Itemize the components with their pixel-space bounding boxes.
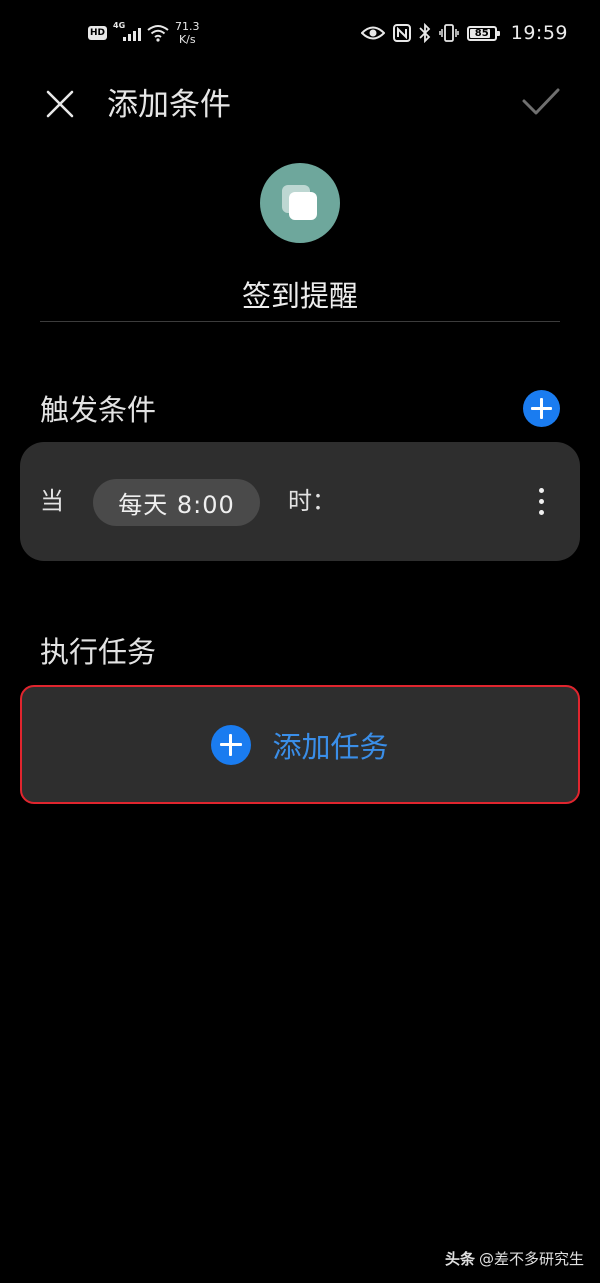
status-left: HD 4G 71.3 K/s	[88, 20, 200, 46]
bluetooth-icon	[419, 23, 431, 43]
schedule-label: 每天 8:00	[118, 491, 235, 519]
battery-level: 85	[474, 27, 489, 39]
wifi-icon	[147, 25, 169, 42]
more-vertical-icon[interactable]	[526, 480, 556, 524]
close-icon	[46, 90, 74, 118]
schedule-chip[interactable]: 每天 8:00	[93, 479, 260, 526]
add-task-label: 添加任务	[272, 729, 389, 764]
battery-icon: 85	[466, 25, 500, 41]
vibrate-icon	[438, 24, 459, 42]
status-time: 19:59	[510, 22, 568, 44]
watermark: 头条 @差不多研究生	[445, 1248, 584, 1269]
when-label: 当	[40, 487, 64, 515]
trigger-section-title: 触发条件	[40, 393, 157, 427]
scene-icon-button[interactable]	[260, 163, 340, 243]
status-bar: HD 4G 71.3 K/s 85 19:59	[0, 0, 600, 70]
at-label: 时：	[288, 487, 336, 515]
scene-name-input[interactable]: 签到提醒	[40, 274, 560, 322]
confirm-button[interactable]	[518, 82, 564, 122]
add-task-button[interactable]: 添加任务	[20, 685, 580, 804]
watermark-author: @差不多研究生	[478, 1250, 584, 1268]
page-title: 添加条件	[107, 87, 231, 123]
add-trigger-button[interactable]	[523, 390, 560, 427]
close-button[interactable]	[40, 84, 80, 124]
nfc-icon	[392, 24, 411, 42]
trigger-card[interactable]: 当 每天 8:00 时：	[20, 442, 580, 561]
check-icon	[522, 88, 560, 115]
signal-icon: 4G	[113, 21, 142, 43]
plus-icon	[211, 724, 252, 765]
network-speed-value: 71.3	[175, 20, 200, 33]
hd-icon: HD	[88, 26, 108, 40]
status-right: 85 19:59	[360, 22, 568, 44]
task-section-title: 执行任务	[40, 635, 157, 669]
eye-icon	[360, 26, 385, 40]
network-speed: 71.3 K/s	[175, 20, 200, 46]
watermark-brand: 头条	[444, 1250, 475, 1268]
network-speed-unit: K/s	[178, 33, 196, 46]
